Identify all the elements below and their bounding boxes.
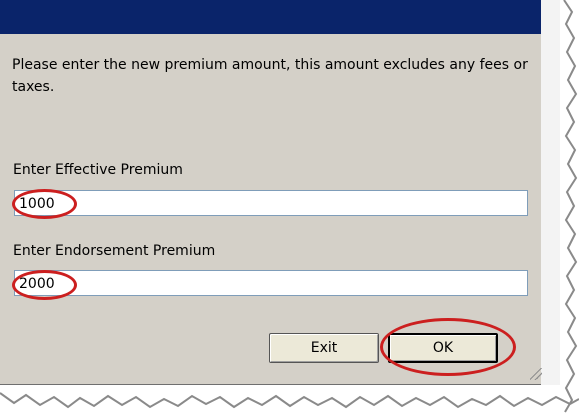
- premium-dialog: Please enter the new premium amount, thi…: [0, 0, 560, 385]
- effective-premium-input[interactable]: 1000: [14, 190, 528, 216]
- torn-edge-right: [563, 0, 578, 413]
- window-edge: [541, 0, 560, 385]
- endorsement-premium-input[interactable]: 2000: [14, 270, 528, 296]
- ok-button[interactable]: OK: [388, 333, 498, 363]
- resize-grip-icon[interactable]: [530, 368, 542, 380]
- effective-premium-label: Enter Effective Premium: [13, 162, 183, 178]
- endorsement-premium-label: Enter Endorsement Premium: [13, 243, 216, 259]
- torn-edge-bottom: [0, 392, 579, 409]
- exit-button[interactable]: Exit: [269, 333, 379, 363]
- title-bar[interactable]: [0, 0, 541, 34]
- instruction-text: Please enter the new premium amount, thi…: [12, 57, 528, 95]
